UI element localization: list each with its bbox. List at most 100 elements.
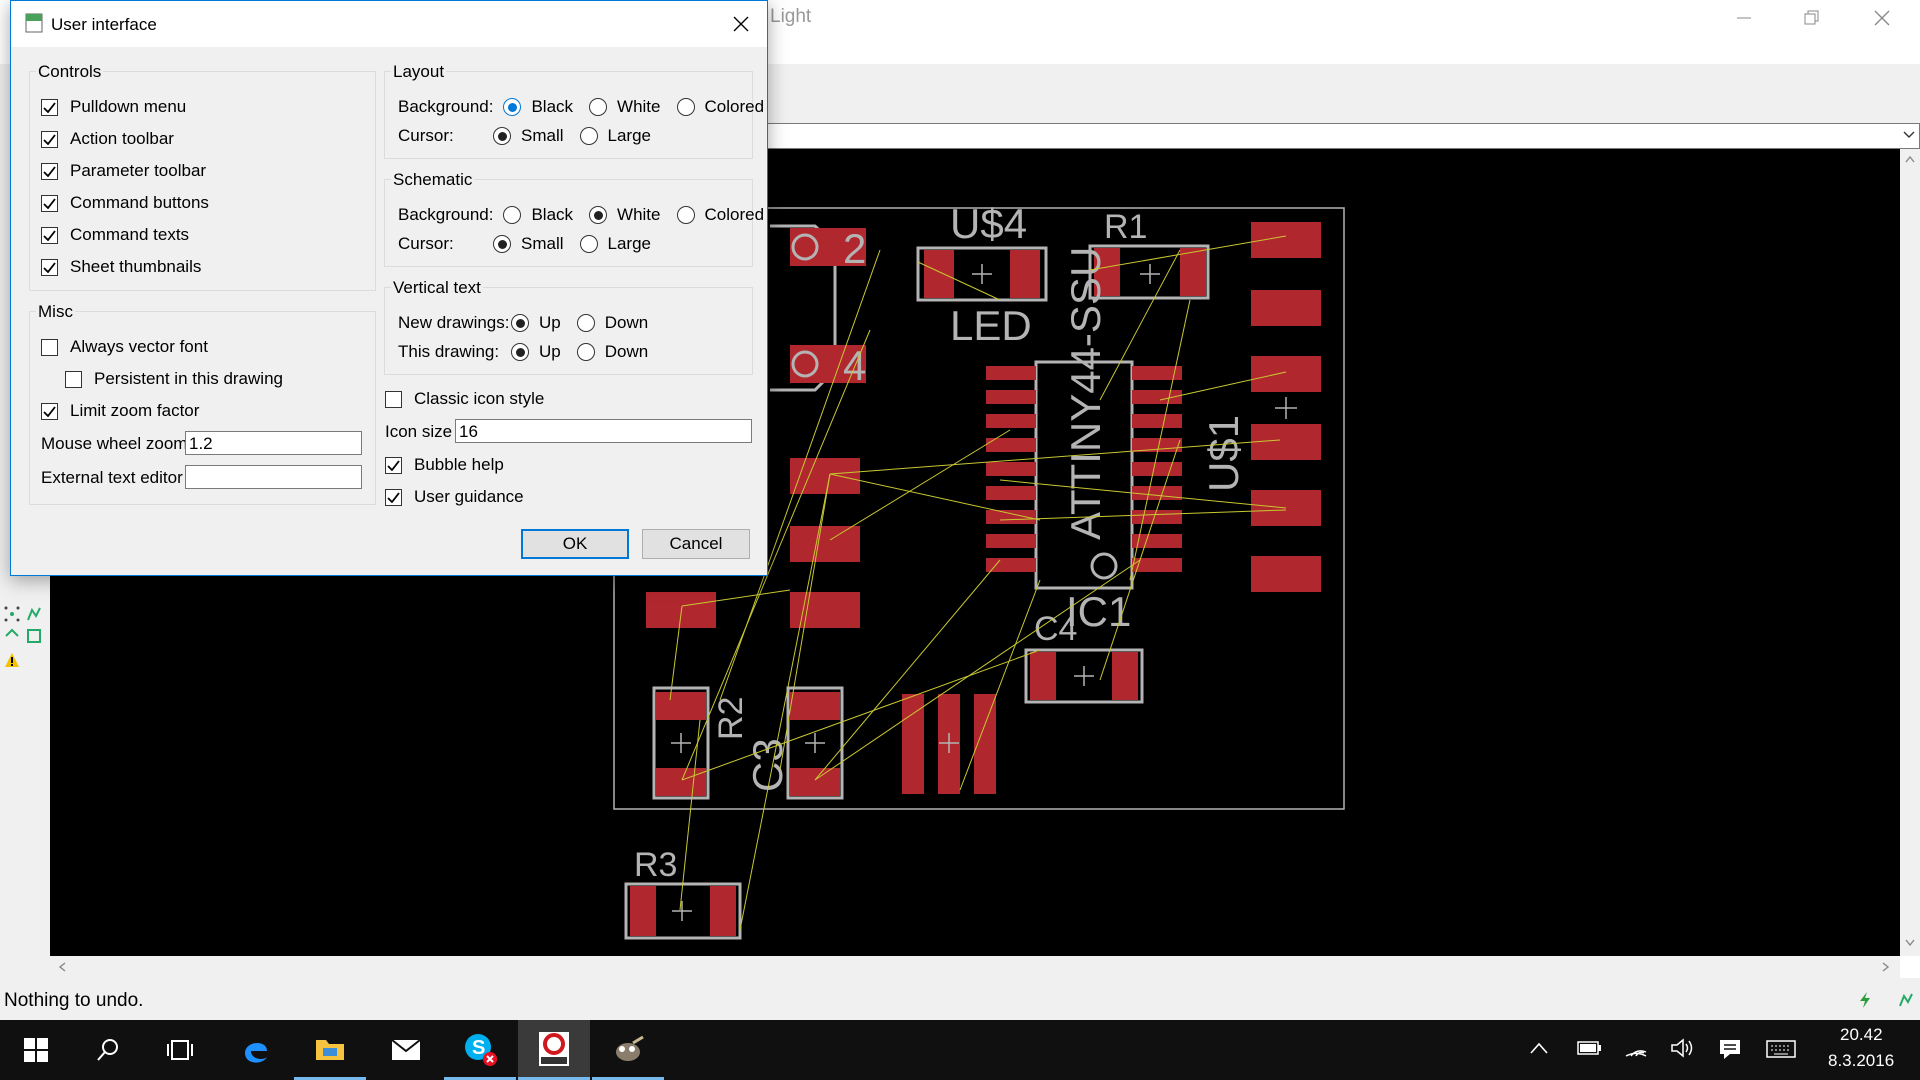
radio-label: Large bbox=[607, 126, 651, 145]
radio-label: Black bbox=[531, 205, 574, 224]
radio-label: Large bbox=[607, 234, 651, 253]
radio-layout-bg-colored[interactable] bbox=[676, 98, 695, 116]
task-view-button[interactable] bbox=[144, 1020, 216, 1080]
limit-zoom-factor-option[interactable]: Limit zoom factor bbox=[41, 399, 199, 423]
skype-taskbar-button[interactable]: S bbox=[444, 1020, 516, 1080]
command-buttons-option[interactable]: Command buttons bbox=[41, 191, 209, 215]
ripup-icon[interactable] bbox=[4, 628, 20, 644]
external-text-editor-input[interactable] bbox=[185, 465, 362, 489]
radio-layout-bg-white[interactable] bbox=[589, 98, 608, 116]
icon-size-label: Icon size bbox=[385, 422, 453, 441]
radio-label: White bbox=[617, 97, 661, 116]
radio-layout-cursor-small[interactable] bbox=[493, 127, 511, 145]
always-vector-font-option[interactable]: Always vector font bbox=[41, 335, 208, 359]
battery-icon[interactable] bbox=[1576, 1040, 1602, 1056]
label-led: LED bbox=[950, 302, 1032, 349]
checkbox-checked[interactable] bbox=[41, 258, 58, 276]
checkbox-unchecked[interactable] bbox=[41, 338, 58, 356]
task-view-icon bbox=[167, 1040, 193, 1060]
checkbox-checked[interactable] bbox=[385, 456, 402, 474]
scroll-left-icon[interactable] bbox=[58, 962, 66, 972]
wifi-icon[interactable] bbox=[1624, 1038, 1648, 1058]
checkbox-checked[interactable] bbox=[41, 194, 58, 212]
radio-schematic-bg-colored[interactable] bbox=[676, 206, 695, 224]
ok-button[interactable]: OK bbox=[521, 529, 629, 559]
mouse-wheel-zoom-input[interactable]: 1.2 bbox=[185, 431, 362, 455]
command-texts-option[interactable]: Command texts bbox=[41, 223, 189, 247]
window-close-button[interactable] bbox=[1848, 0, 1916, 36]
action-toolbar-option[interactable]: Action toolbar bbox=[41, 127, 174, 151]
search-button[interactable] bbox=[72, 1020, 144, 1080]
layout-legend: Layout bbox=[391, 62, 447, 82]
bubble-help-option[interactable]: Bubble help bbox=[385, 453, 504, 477]
scroll-up-icon[interactable] bbox=[1905, 155, 1915, 163]
cancel-button[interactable]: Cancel bbox=[642, 529, 750, 559]
skype-icon: S bbox=[465, 1033, 497, 1066]
checkbox-unchecked[interactable] bbox=[65, 370, 82, 388]
ratsnest-icon[interactable] bbox=[4, 606, 20, 622]
eagle-taskbar-button[interactable] bbox=[518, 1020, 590, 1080]
mail-taskbar-button[interactable] bbox=[370, 1020, 442, 1080]
clock-time[interactable]: 20.42 bbox=[1840, 1025, 1883, 1045]
warning-icon[interactable] bbox=[4, 652, 20, 668]
radio-this-drawing-down[interactable] bbox=[576, 343, 595, 361]
eagle-app-icon bbox=[25, 13, 43, 33]
pulldown-menu-option[interactable]: Pulldown menu bbox=[41, 95, 186, 119]
volume-icon[interactable] bbox=[1670, 1038, 1694, 1058]
start-button[interactable] bbox=[0, 1020, 72, 1080]
label-c4: C4 bbox=[1034, 610, 1077, 648]
status-bar bbox=[0, 978, 1920, 1020]
close-icon bbox=[1874, 10, 1890, 26]
new-drawings-row: New drawings: Up Down bbox=[398, 311, 648, 335]
label-u1: U$1 bbox=[1200, 415, 1247, 492]
scroll-right-icon[interactable] bbox=[1882, 962, 1890, 972]
radio-this-drawing-up[interactable] bbox=[511, 343, 529, 361]
sheet-thumbnails-option[interactable]: Sheet thumbnails bbox=[41, 255, 201, 279]
drc-icon[interactable] bbox=[26, 628, 42, 644]
file-explorer-taskbar-button[interactable] bbox=[294, 1020, 366, 1080]
scroll-down-icon[interactable] bbox=[1905, 939, 1915, 947]
checkbox-checked[interactable] bbox=[41, 402, 58, 420]
radio-schematic-cursor-small[interactable] bbox=[493, 235, 511, 253]
chevron-down-icon bbox=[1903, 131, 1915, 138]
checkbox-label: Persistent in this drawing bbox=[94, 369, 283, 388]
checkbox-checked[interactable] bbox=[41, 226, 58, 244]
radio-label: Small bbox=[521, 126, 564, 145]
action-center-icon[interactable] bbox=[1718, 1038, 1742, 1060]
radio-schematic-cursor-large[interactable] bbox=[579, 235, 598, 253]
minimize-button[interactable] bbox=[1710, 0, 1778, 36]
checkbox-checked[interactable] bbox=[41, 98, 58, 116]
route-icon[interactable] bbox=[26, 606, 42, 622]
radio-layout-cursor-large[interactable] bbox=[579, 127, 598, 145]
horizontal-scrollbar[interactable] bbox=[50, 956, 1900, 978]
radio-schematic-bg-white[interactable] bbox=[589, 206, 608, 224]
radio-schematic-bg-black[interactable] bbox=[503, 206, 522, 224]
label-r1: R1 bbox=[1104, 208, 1147, 246]
dialog-close-button[interactable] bbox=[723, 9, 759, 39]
schematic-legend: Schematic bbox=[391, 170, 475, 190]
radio-layout-bg-black[interactable] bbox=[503, 98, 522, 116]
gimp-taskbar-button[interactable] bbox=[592, 1020, 664, 1080]
radio-new-drawings-down[interactable] bbox=[576, 314, 595, 332]
persistent-in-drawing-option[interactable]: Persistent in this drawing bbox=[65, 367, 283, 391]
edge-taskbar-button[interactable] bbox=[220, 1020, 292, 1080]
icon-size-input[interactable]: 16 bbox=[455, 419, 752, 443]
checkbox-checked[interactable] bbox=[385, 488, 402, 506]
radio-new-drawings-up[interactable] bbox=[511, 314, 529, 332]
schematic-background-row: Background: Black White Colored bbox=[398, 203, 764, 227]
restore-button[interactable] bbox=[1778, 0, 1846, 36]
classic-icon-style-option[interactable]: Classic icon style bbox=[385, 387, 544, 411]
radio-label: Small bbox=[521, 234, 564, 253]
command-line-input[interactable] bbox=[760, 123, 1920, 149]
label-r2: R2 bbox=[712, 697, 750, 740]
user-guidance-option[interactable]: User guidance bbox=[385, 485, 524, 509]
search-icon bbox=[97, 1039, 118, 1061]
checkbox-checked[interactable] bbox=[41, 130, 58, 148]
clock-date[interactable]: 8.3.2016 bbox=[1828, 1051, 1894, 1071]
show-hidden-icons-icon[interactable] bbox=[1530, 1042, 1548, 1054]
checkbox-checked[interactable] bbox=[41, 162, 58, 180]
vertical-scrollbar[interactable] bbox=[1900, 149, 1920, 956]
parameter-toolbar-option[interactable]: Parameter toolbar bbox=[41, 159, 206, 183]
checkbox-unchecked[interactable] bbox=[385, 390, 402, 408]
keyboard-icon[interactable] bbox=[1766, 1040, 1796, 1058]
